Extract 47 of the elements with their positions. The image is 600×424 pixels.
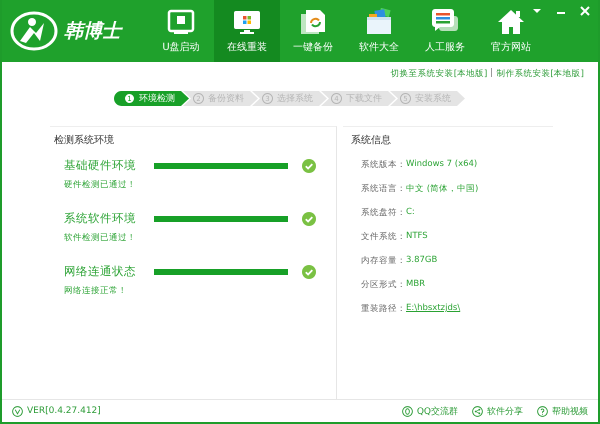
nav-tab[interactable]: U盘启动	[148, 0, 214, 62]
info-value: Windows 7 (x64)	[406, 159, 478, 171]
close-icon[interactable]	[580, 6, 590, 16]
check-label: 基础硬件环境	[64, 158, 137, 173]
info-value: NTFS	[406, 231, 428, 243]
nav-tab[interactable]: 一键备份	[280, 0, 346, 62]
footer-link[interactable]: 帮助视频	[537, 404, 588, 418]
info-value: MBR	[406, 279, 426, 291]
info-label: 分区形式：	[361, 279, 406, 291]
windows-monitor-icon	[232, 8, 262, 36]
status-text: 硬件检测已通过！	[64, 179, 137, 191]
nav-tab[interactable]: 软件大全	[346, 0, 412, 62]
folder-box-icon	[364, 8, 394, 36]
status-text: 软件检测已通过！	[64, 232, 137, 244]
version-icon	[12, 406, 23, 416]
mode-link[interactable]: 制作系统安装[本地版]	[496, 68, 584, 80]
info-label: 系统语言：	[361, 183, 406, 195]
version-text: VER[0.4.27.412]	[27, 406, 101, 416]
help-icon	[537, 406, 548, 416]
usb-drive-icon	[166, 8, 196, 36]
logo-text: 韩博士	[64, 19, 121, 44]
check-label: 网络连通状态	[64, 264, 137, 279]
mode-link[interactable]: 切换至系统安装[本地版]	[390, 68, 488, 80]
info-label: 文件系统：	[361, 231, 406, 243]
logo-icon	[10, 11, 58, 51]
footer-link[interactable]: QQ交流群	[402, 404, 458, 418]
dropdown-icon[interactable]	[532, 6, 542, 16]
check-label: 系统软件环境	[64, 211, 137, 226]
nav-tab[interactable]: 官方网站	[478, 0, 544, 62]
path-link[interactable]: E:\hbsxtzjds\	[406, 303, 460, 315]
separator-line	[491, 68, 492, 77]
info-value: 中文 (简体，中国)	[406, 183, 478, 195]
info-label: 系统版本：	[361, 159, 406, 171]
info-value: C:	[406, 207, 415, 219]
share-icon	[472, 406, 483, 416]
info-label: 重装路径：	[361, 303, 406, 315]
status-text: 网络连接正常！	[64, 285, 128, 297]
info-label: 系统盘符：	[361, 207, 406, 219]
footer-link[interactable]: 软件分享	[472, 404, 523, 418]
nav-tab[interactable]: 人工服务	[412, 0, 478, 62]
panel-title: 系统信息	[351, 134, 392, 147]
info-value: 3.87GB	[406, 255, 438, 267]
nav-tab[interactable]: 在线重装	[214, 0, 280, 62]
house-icon	[496, 8, 526, 36]
panel-title: 检测系统环境	[54, 134, 115, 147]
info-label: 内存容量：	[361, 255, 406, 267]
document-refresh-icon	[298, 8, 328, 36]
